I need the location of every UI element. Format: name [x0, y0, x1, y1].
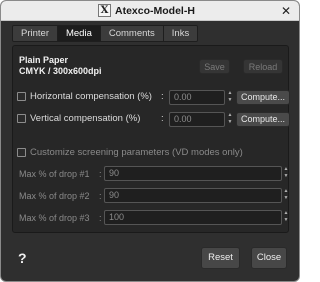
stepper-down-icon[interactable]: ▼	[227, 97, 233, 104]
media-resolution: CMYK / 300x600dpi	[19, 66, 102, 76]
screening-checkbox[interactable]	[17, 148, 26, 157]
screening-row: Customize screening parameters (VD modes…	[17, 146, 287, 161]
stepper-down-icon[interactable]: ▼	[227, 119, 233, 126]
drop-3-field[interactable]: 100	[104, 210, 282, 225]
drop-2-stepper[interactable]: ▲ ▼	[283, 188, 289, 203]
tab-printer[interactable]: Printer	[13, 26, 58, 41]
reload-button[interactable]: Reload	[243, 59, 283, 74]
stepper-up-icon[interactable]: ▲	[227, 112, 233, 119]
reset-button[interactable]: Reset	[201, 247, 240, 269]
close-icon[interactable]: ✕	[279, 4, 293, 18]
stepper-up-icon[interactable]: ▲	[283, 166, 289, 173]
horizontal-compensation-checkbox[interactable]	[17, 92, 26, 101]
window-title: Atexco-Model-H	[115, 5, 195, 17]
drop-3-stepper[interactable]: ▲ ▼	[283, 210, 289, 225]
vertical-compensation-stepper[interactable]: ▲ ▼	[227, 112, 233, 127]
drop-3-label: Max % of drop #3	[19, 213, 90, 223]
horizontal-compensation-label: Horizontal compensation (%)	[30, 91, 152, 102]
tab-bar: Printer Media Comments Inks	[12, 25, 199, 42]
stepper-up-icon[interactable]: ▲	[283, 210, 289, 217]
horizontal-compensation-field[interactable]: 0.00	[169, 90, 225, 105]
drop-1-stepper[interactable]: ▲ ▼	[283, 166, 289, 181]
stepper-down-icon[interactable]: ▼	[283, 195, 289, 202]
help-icon[interactable]: ?	[18, 250, 27, 266]
app-icon: X	[98, 4, 111, 17]
titlebar: X Atexco-Model-H ✕	[1, 1, 299, 21]
close-button[interactable]: Close	[251, 247, 287, 269]
dialog-window: X Atexco-Model-H ✕ Printer Media Comment…	[0, 0, 300, 282]
stepper-up-icon[interactable]: ▲	[227, 90, 233, 97]
drop-3-colon: :	[99, 213, 102, 223]
save-button[interactable]: Save	[199, 59, 230, 74]
vertical-compensation-label: Vertical compensation (%)	[30, 113, 141, 124]
screening-label: Customize screening parameters (VD modes…	[30, 147, 243, 158]
horizontal-compensation-row: Horizontal compensation (%) : 0.00 ▲ ▼ C…	[17, 90, 290, 105]
stepper-down-icon[interactable]: ▼	[283, 217, 289, 224]
stepper-down-icon[interactable]: ▼	[283, 173, 289, 180]
media-panel: Plain Paper CMYK / 300x600dpi Save Reloa…	[12, 45, 290, 233]
drop-2-colon: :	[99, 191, 102, 201]
horizontal-compensation-stepper[interactable]: ▲ ▼	[227, 90, 233, 105]
horizontal-compensation-colon: :	[161, 91, 164, 102]
media-name: Plain Paper	[19, 55, 69, 65]
tab-media[interactable]: Media	[57, 26, 101, 41]
drop-1-colon: :	[99, 169, 102, 179]
drop-2-label: Max % of drop #2	[19, 191, 90, 201]
tab-comments[interactable]: Comments	[100, 26, 164, 41]
tab-inks[interactable]: Inks	[163, 26, 198, 41]
vertical-compensation-row: Vertical compensation (%) : 0.00 ▲ ▼ Com…	[17, 112, 290, 127]
vertical-compensation-field[interactable]: 0.00	[169, 112, 225, 127]
drop-1-label: Max % of drop #1	[19, 169, 90, 179]
stepper-up-icon[interactable]: ▲	[283, 188, 289, 195]
vertical-compute-button[interactable]: Compute...	[236, 112, 290, 127]
vertical-compensation-colon: :	[161, 113, 164, 124]
drop-1-field[interactable]: 90	[104, 166, 282, 181]
vertical-compensation-checkbox[interactable]	[17, 114, 26, 123]
drop-2-field[interactable]: 90	[104, 188, 282, 203]
horizontal-compute-button[interactable]: Compute...	[236, 90, 290, 105]
